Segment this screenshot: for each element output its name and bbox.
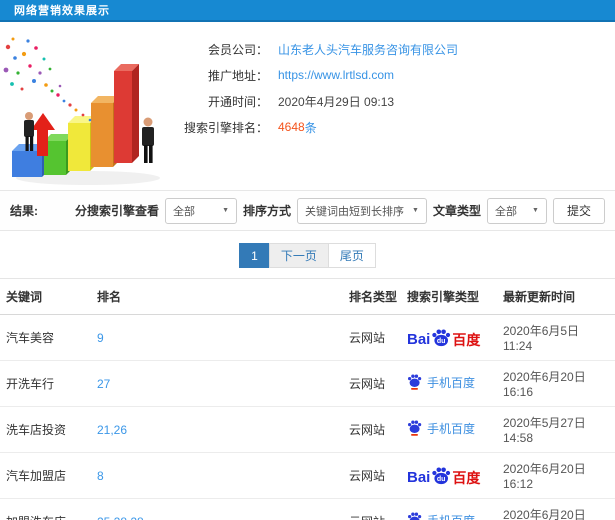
result-label: 结果:	[10, 204, 38, 218]
rank-link[interactable]: 27	[97, 377, 110, 391]
updated-cell: 2020年6月20日 16:16	[499, 360, 615, 407]
member-info: 会员公司： 山东老人头汽车服务咨询有限公司 推广地址： https://www.…	[168, 28, 615, 190]
filter-group: 分搜索引擎查看 全部 ▼ 排序方式 关键词由短到长排序 ▼ 文章类型 全部 ▼ …	[75, 197, 605, 224]
baidu-logo-cn-text: 百度	[452, 469, 481, 486]
updated-cell: 2020年6月20日 16:11	[499, 498, 615, 520]
open-time-value: 2020年4月29日 09:13	[278, 94, 395, 109]
rank-type-cell: 云网站	[345, 314, 403, 361]
promo-url-link[interactable]: https://www.lrtlsd.com	[278, 68, 394, 82]
mobile-baidu-label: 手机百度	[427, 375, 476, 390]
article-type-select[interactable]: 全部 ▼	[486, 197, 547, 224]
businessman-right-figure	[142, 117, 154, 163]
baidu-paw-du-text: du	[437, 476, 446, 483]
updated-cell: 2020年5月27日 14:58	[499, 406, 615, 453]
mobile-baidu-paw-icon	[408, 374, 422, 391]
company-label: 会员公司：	[207, 42, 268, 57]
rank-link[interactable]: 25,28,28	[97, 515, 144, 520]
rank-type-cell: 云网站	[345, 498, 403, 520]
rank-type-cell: 云网站	[345, 406, 403, 453]
col-header-rank-type: 排名类型	[345, 278, 403, 315]
last-page-button[interactable]: 尾页	[327, 243, 376, 268]
baidu-paw-icon: du	[432, 329, 451, 346]
mobile-baidu-label: 手机百度	[427, 421, 476, 436]
growth-chart-illustration	[0, 28, 168, 188]
chevron-down-icon: ▼	[412, 207, 419, 214]
titlebar: 网络营销效果展示	[0, 0, 615, 22]
baidu-paw-icon: du	[432, 467, 451, 484]
col-header-updated: 最新更新时间	[499, 278, 615, 315]
open-time-label: 开通时间：	[207, 94, 268, 109]
article-type-label: 文章类型	[432, 204, 481, 218]
info-row-open-time: 开通时间： 2020年4月29日 09:13	[168, 88, 615, 114]
mobile-baidu-label: 手机百度	[427, 512, 475, 520]
engine-rank-count: 4648	[278, 120, 305, 134]
info-row-engine-rank: 搜索引擎排名： 4648 条	[168, 114, 615, 140]
baidu-logo-bai-text: Bai	[407, 330, 431, 348]
next-page-button[interactable]: 下一页	[268, 243, 329, 268]
updated-cell: 2020年6月5日 11:24	[499, 314, 615, 361]
keyword-cell: 洗车店投资	[0, 406, 93, 453]
col-header-engine-type: 搜索引擎类型	[403, 278, 499, 315]
keyword-cell: 加盟洗车店	[0, 498, 93, 520]
keyword-cell: 汽车美容	[0, 314, 93, 361]
chevron-down-icon: ▼	[532, 207, 539, 214]
rank-link[interactable]: 21,26	[97, 423, 127, 437]
mobile-baidu: 手机百度	[407, 512, 475, 520]
table-row: 汽车美容 9 云网站 Bai du 百度 2020年6月5日 11:24	[0, 314, 615, 361]
top-section: 会员公司： 山东老人头汽车服务咨询有限公司 推广地址： https://www.…	[0, 22, 615, 190]
baidu-logo: Bai du 百度	[407, 329, 480, 347]
sort-value: 关键词由短到长排序	[305, 205, 405, 218]
mobile-baidu: 手机百度	[407, 420, 475, 437]
rank-link[interactable]: 8	[97, 469, 104, 483]
baidu-logo-bai-text: Bai	[407, 468, 431, 486]
keyword-cell: 开洗车行	[0, 360, 93, 407]
engine-filter-value: 全部	[173, 205, 196, 218]
article-type-value: 全部	[494, 205, 517, 218]
engine-rank-label: 搜索引擎排名：	[183, 120, 268, 135]
page-title: 网络营销效果展示	[14, 5, 110, 17]
sort-select[interactable]: 关键词由短到长排序 ▼	[297, 197, 427, 224]
baidu-logo: Bai du 百度	[407, 467, 480, 485]
updated-cell: 2020年6月20日 16:12	[499, 452, 615, 499]
rank-type-cell: 云网站	[345, 452, 403, 499]
filter-bar: 结果: 分搜索引擎查看 全部 ▼ 排序方式 关键词由短到长排序 ▼ 文章类型 全…	[0, 190, 615, 231]
company-link[interactable]: 山东老人头汽车服务咨询有限公司	[278, 41, 458, 58]
baidu-paw-du-text: du	[437, 338, 446, 345]
results-table: 关键词 排名 排名类型 搜索引擎类型 最新更新时间 汽车美容 9 云网站 Bai	[0, 278, 615, 520]
table-row: 开洗车行 27 云网站 手机百度 2020年6月20日 16:16	[0, 360, 615, 407]
sort-label: 排序方式	[243, 204, 292, 218]
keyword-cell: 汽车加盟店	[0, 452, 93, 499]
col-header-keyword: 关键词	[0, 278, 93, 315]
col-header-rank: 排名	[93, 278, 345, 315]
table-row: 汽车加盟店 8 云网站 Bai du 百度 2020年6月20日 16:12	[0, 452, 615, 499]
mobile-baidu-paw-icon	[408, 512, 422, 520]
rank-type-cell: 云网站	[345, 360, 403, 407]
rank-link[interactable]: 9	[97, 331, 104, 345]
info-row-company: 会员公司： 山东老人头汽车服务咨询有限公司	[168, 36, 615, 62]
promo-url-label: 推广地址：	[207, 68, 268, 83]
mobile-baidu-paw-icon	[408, 420, 422, 437]
page: 网络营销效果展示 会员公司： 山东老人头汽车服务咨询有限公司 推广地址： htt…	[0, 0, 615, 520]
results-table-header: 关键词 排名 排名类型 搜索引擎类型 最新更新时间	[0, 278, 615, 315]
results-table-body: 汽车美容 9 云网站 Bai du 百度 2020年6月5日 11:24 开洗车…	[0, 314, 615, 520]
table-row: 洗车店投资 21,26 云网站 手机百度 2020年5月27日 14:58	[0, 406, 615, 453]
engine-filter-label: 分搜索引擎查看	[75, 204, 160, 218]
bar-chart-growth-image	[3, 37, 160, 185]
submit-button[interactable]: 提交	[552, 197, 605, 224]
mobile-baidu: 手机百度	[407, 374, 475, 391]
info-row-url: 推广地址： https://www.lrtlsd.com	[168, 62, 615, 88]
engine-rank-unit[interactable]: 条	[305, 119, 317, 136]
table-row: 加盟洗车店 25,28,28 云网站 手机百度 2020年6月	[0, 498, 615, 520]
pagination: 1 下一页 尾页	[0, 231, 615, 278]
page-1-button[interactable]: 1	[239, 243, 270, 268]
baidu-logo-cn-text: 百度	[452, 331, 481, 348]
chevron-down-icon: ▼	[222, 207, 230, 214]
engine-filter-select[interactable]: 全部 ▼	[165, 197, 238, 224]
